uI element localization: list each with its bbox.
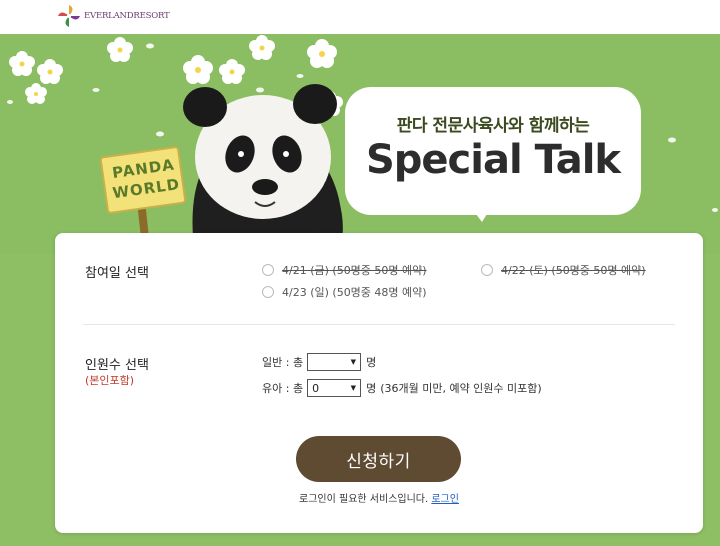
chevron-down-icon: ▼: [350, 358, 357, 366]
child-note: (36개월 미만, 예약 인원수 미포함): [380, 382, 542, 395]
adult-label: 일반 : 총: [262, 356, 304, 369]
login-link[interactable]: 로그인: [431, 494, 459, 505]
child-label: 유아 : 총: [262, 382, 304, 395]
adult-count-select[interactable]: ▼: [307, 353, 362, 371]
child-count-row: 유아 : 총 0 ▼ 명 (36개월 미만, 예약 인원수 미포함): [262, 379, 542, 397]
site-header: EVERLANDRESORT: [0, 0, 720, 34]
banner-subtitle: 판다 전문사육사와 함께하는: [396, 116, 590, 136]
count-section-note: (본인포함): [85, 374, 135, 387]
pinwheel-logo-icon: [58, 5, 80, 27]
login-notice: 로그인이 필요한 서비스입니다. 로그인: [299, 494, 459, 505]
date-option-0422[interactable]: 4/22 (토) (50명중 50명 예약): [481, 262, 646, 278]
apply-button[interactable]: 신청하기: [296, 436, 461, 482]
adult-count-row: 일반 : 총 ▼ 명: [262, 353, 376, 371]
logo-text: EVERLANDRESORT: [84, 11, 170, 21]
date-option-0421[interactable]: 4/21 (금) (50명중 50명 예약): [262, 262, 427, 278]
speech-bubble: 판다 전문사육사와 함께하는 Special Talk: [345, 87, 641, 215]
date-option-0423[interactable]: 4/23 (일) (50명중 48명 예약): [262, 284, 427, 300]
panda-image: [183, 84, 343, 254]
date-section-label: 참여일 선택: [85, 266, 149, 281]
section-divider: [83, 324, 675, 325]
reservation-form: 참여일 선택 4/21 (금) (50명중 50명 예약) 4/22 (토) (…: [55, 233, 703, 533]
chevron-down-icon: ▼: [350, 384, 357, 392]
event-banner: PANDA WORLD 판다 전문사육사와 함께하는 Special Talk: [0, 34, 720, 254]
radio-circle[interactable]: [262, 264, 274, 276]
radio-circle[interactable]: [481, 264, 493, 276]
count-section-label: 인원수 선택: [85, 358, 149, 373]
panda-world-sign: PANDA WORLD: [99, 145, 187, 215]
everland-logo[interactable]: EVERLANDRESORT: [56, 3, 170, 29]
radio-circle[interactable]: [262, 286, 274, 298]
speech-bubble-tail: [470, 206, 492, 222]
banner-title: Special Talk: [365, 137, 621, 183]
adult-unit: 명: [366, 356, 377, 369]
child-unit: 명: [366, 382, 377, 395]
child-count-select[interactable]: 0 ▼: [307, 379, 362, 397]
